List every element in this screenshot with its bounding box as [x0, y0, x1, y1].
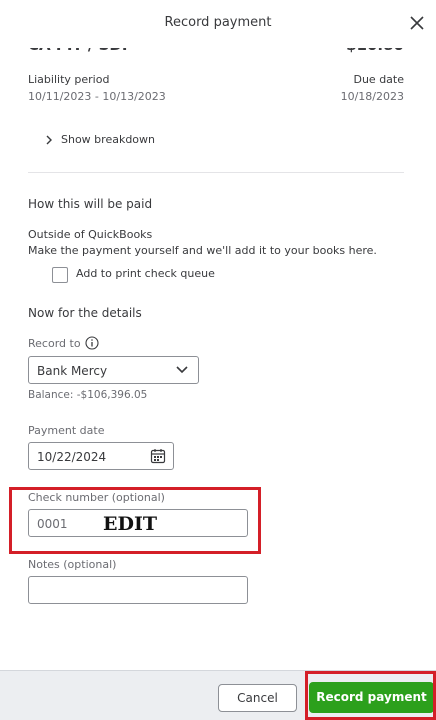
record-payment-button[interactable]: Record payment [309, 682, 434, 713]
check-number-label: Check number (optional) [28, 491, 165, 504]
due-date-value: 10/18/2023 [340, 90, 404, 103]
show-breakdown-label: Show breakdown [61, 133, 155, 146]
record-to-select[interactable]: Bank Mercy [28, 356, 199, 384]
liability-period-label: Liability period [28, 73, 110, 86]
notes-input[interactable] [28, 576, 248, 604]
show-breakdown-toggle[interactable]: Show breakdown [44, 133, 155, 146]
payment-option-title: Outside of QuickBooks [28, 228, 153, 241]
record-to-label: Record to [28, 336, 81, 350]
payment-method-title: How this will be paid [28, 197, 153, 211]
chevron-down-icon [176, 366, 188, 374]
account-balance: Balance: -$106,396.05 [28, 389, 148, 401]
print-check-checkbox[interactable] [52, 267, 68, 283]
print-check-label: Add to print check queue [76, 267, 215, 280]
modal-title: Record payment [164, 15, 272, 30]
notes-label: Notes (optional) [28, 558, 117, 571]
modal-body: CA PIT / SDI $10.80 Liability period 10/… [0, 0, 436, 670]
check-number-value: 0001 [37, 517, 68, 531]
modal-header: Record payment [0, 0, 436, 48]
payment-date-value: 10/22/2024 [37, 450, 107, 464]
chevron-right-icon [46, 135, 52, 144]
liability-period-value: 10/11/2023 - 10/13/2023 [28, 90, 166, 103]
calendar-icon[interactable] [150, 448, 166, 464]
details-title: Now for the details [28, 306, 142, 320]
close-icon[interactable] [406, 12, 428, 34]
record-to-value: Bank Mercy [37, 364, 108, 378]
due-date-label: Due date [353, 73, 404, 86]
divider [28, 172, 404, 173]
info-icon[interactable] [84, 336, 99, 350]
cancel-button[interactable]: Cancel [218, 684, 297, 712]
payment-date-input[interactable]: 10/22/2024 [28, 442, 174, 470]
payment-option-description: Make the payment yourself and we'll add … [28, 244, 377, 257]
payment-date-label: Payment date [28, 424, 105, 437]
record-to-label-row: Record to [28, 336, 99, 350]
edit-annotation: EDIT [103, 513, 157, 535]
